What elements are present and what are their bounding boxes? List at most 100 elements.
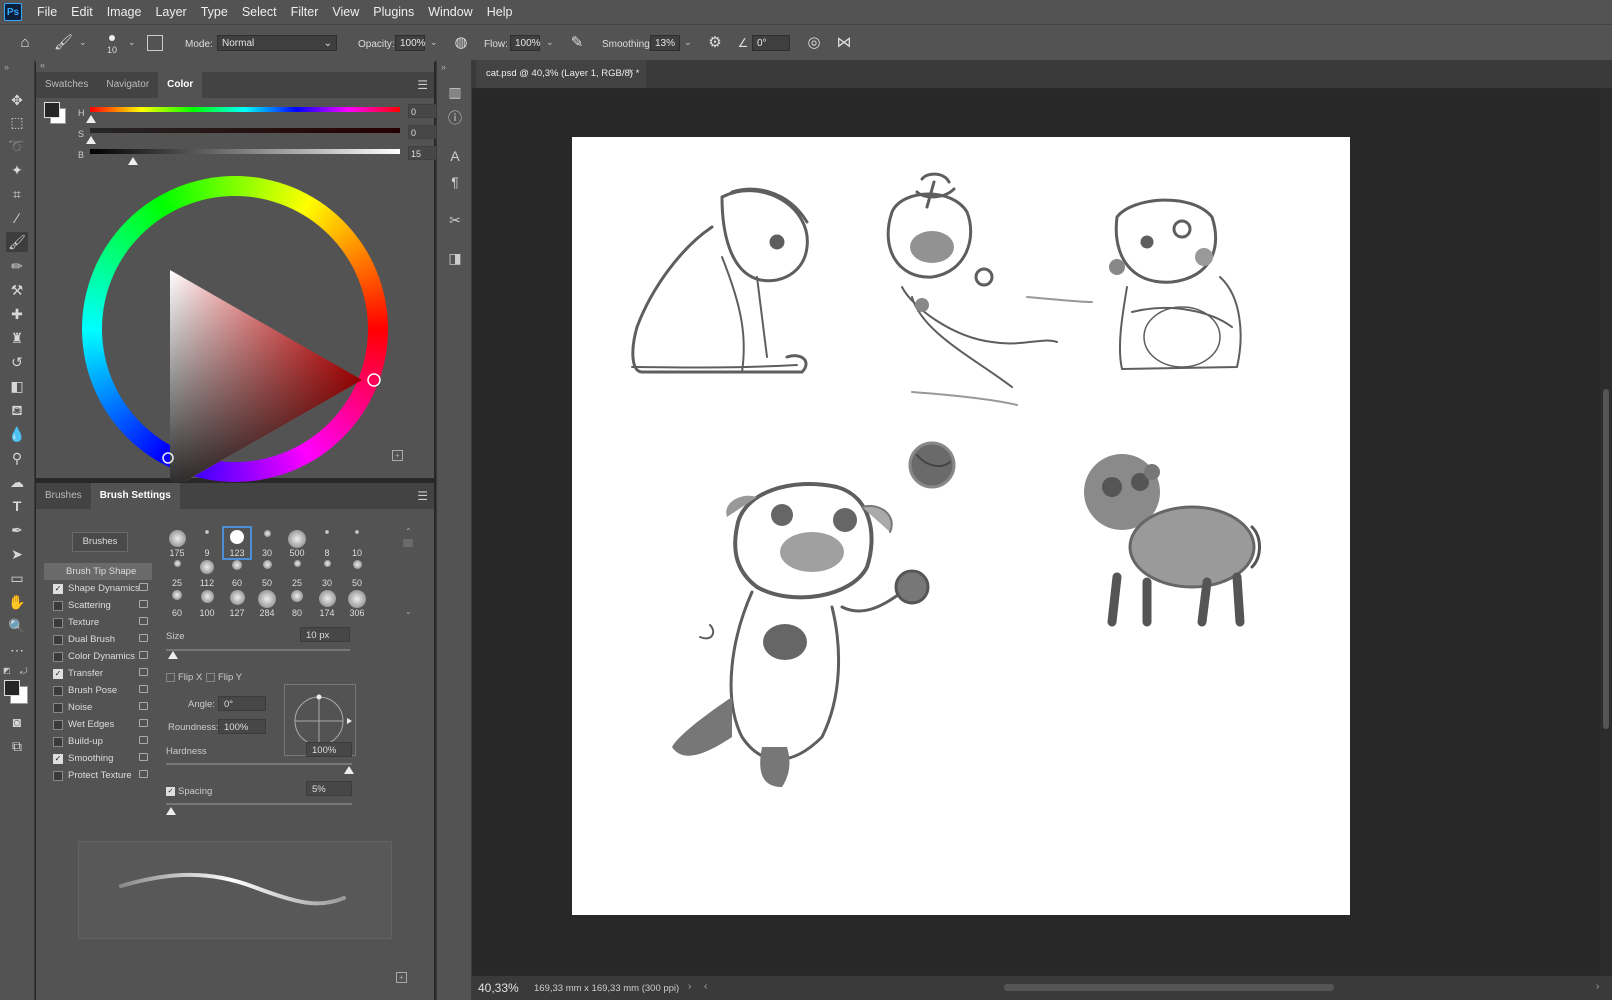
histogram-icon[interactable]: ▥ [445, 82, 465, 102]
brush-setting-checkbox[interactable] [53, 634, 63, 645]
brush-setting-item[interactable]: ✓ Smoothing [44, 750, 152, 767]
clone-stamp-icon[interactable]: ⚒ [6, 280, 28, 300]
grid-scrollbar-thumb[interactable] [403, 539, 413, 547]
expand-icon[interactable]: + [392, 450, 403, 461]
flip-y-checkbox[interactable] [206, 673, 215, 682]
swap-colors-icon[interactable]: ⤾ [20, 666, 28, 677]
info-icon[interactable]: ⓘ [445, 108, 465, 128]
hardness-slider-thumb[interactable] [344, 766, 354, 774]
chevron-down-icon[interactable]: ⌄ [684, 37, 692, 48]
brush-tool-preset-icon[interactable]: 🖌 [54, 34, 73, 52]
brush-tool-icon[interactable]: 🖌 [6, 232, 28, 252]
new-brush-icon[interactable]: + [396, 972, 407, 983]
brush-tip-preset[interactable]: 9 [194, 528, 220, 558]
lock-icon[interactable] [139, 770, 148, 778]
menu-view[interactable]: View [325, 5, 366, 19]
pressure-size-icon[interactable]: ◎ [805, 34, 823, 52]
size-slider-track[interactable] [166, 649, 350, 651]
brush-setting-checkbox[interactable] [53, 651, 63, 662]
scroll-right-icon[interactable]: › [1596, 981, 1599, 992]
lock-icon[interactable] [139, 617, 148, 625]
brush-setting-checkbox[interactable] [53, 617, 63, 628]
brush-setting-item[interactable]: Noise [44, 699, 152, 716]
brush-tip-preset[interactable]: 112 [194, 558, 220, 588]
brush-tip-preset[interactable]: 8 [314, 528, 340, 558]
blur-tool-icon[interactable]: 💧 [6, 424, 28, 444]
brush-tip-preset[interactable]: 50 [344, 558, 370, 588]
hue-slider[interactable] [90, 107, 400, 112]
eyedropper-tool-icon[interactable]: ⁄ [6, 208, 28, 228]
lock-icon[interactable] [139, 600, 148, 608]
scroll-down-icon[interactable]: ⌄ [405, 607, 412, 616]
lock-icon[interactable] [139, 753, 148, 761]
brush-tip-preset[interactable]: 50 [254, 558, 280, 588]
tab-brush-settings[interactable]: Brush Settings [90, 483, 180, 509]
brush-setting-checkbox[interactable] [53, 600, 63, 611]
brush-setting-item[interactable]: Scattering [44, 597, 152, 614]
type-tool-icon[interactable]: T [6, 496, 28, 516]
lock-icon[interactable] [139, 719, 148, 727]
quick-mask-icon[interactable]: ◙ [6, 712, 28, 732]
brush-setting-checkbox[interactable] [53, 702, 63, 713]
brush-setting-checkbox[interactable]: ✓ [53, 668, 63, 679]
chevron-down-icon[interactable]: ⌄ [79, 37, 87, 48]
brush-tip-preset[interactable]: 123 [222, 526, 252, 560]
menu-plugins[interactable]: Plugins [366, 5, 421, 19]
menu-window[interactable]: Window [421, 5, 479, 19]
menu-file[interactable]: File [30, 5, 64, 19]
lock-icon[interactable] [139, 634, 148, 642]
saturation-slider-thumb[interactable] [86, 136, 96, 144]
brush-setting-item[interactable]: Wet Edges [44, 716, 152, 733]
eraser-tool-icon[interactable]: ◧ [6, 376, 28, 396]
lock-icon[interactable] [139, 702, 148, 710]
canvas[interactable] [572, 137, 1350, 915]
pencil-tool-icon[interactable]: ✏ [6, 256, 28, 276]
menu-filter[interactable]: Filter [284, 5, 326, 19]
libraries-icon[interactable]: ◨ [445, 248, 465, 268]
menu-help[interactable]: Help [480, 5, 520, 19]
close-icon[interactable]: × [628, 67, 634, 78]
path-selection-icon[interactable]: ➤ [6, 544, 28, 564]
tab-color[interactable]: Color [158, 72, 203, 98]
butterfly-icon[interactable]: ⋈ [835, 34, 853, 52]
chevron-down-icon[interactable]: ⌄ [546, 37, 554, 48]
spacing-slider-track[interactable] [166, 803, 352, 805]
zoom-level[interactable]: 40,33% [478, 981, 519, 995]
lock-icon[interactable] [139, 583, 148, 591]
move-tool-icon[interactable]: ✥ [6, 90, 28, 110]
tool-presets-icon[interactable]: ✂ [445, 210, 465, 230]
brush-setting-checkbox[interactable] [53, 770, 63, 781]
brush-setting-item[interactable]: Protect Texture [44, 767, 152, 784]
chevron-right-icon[interactable]: › [688, 981, 691, 992]
hardness-slider-track[interactable] [166, 763, 352, 765]
healing-brush-icon[interactable]: ✚ [6, 304, 28, 324]
brush-tip-preset[interactable]: 60 [224, 558, 250, 588]
history-brush-icon[interactable]: ↺ [6, 352, 28, 372]
dodge-tool-icon[interactable]: ⚲ [6, 448, 28, 468]
collapse-panel-icon[interactable]: « [40, 60, 45, 70]
roundness-field[interactable]: 100% [218, 719, 266, 734]
brightness-slider[interactable] [90, 149, 400, 154]
brush-tip-preset[interactable]: 80 [284, 588, 310, 618]
brush-tip-preset[interactable]: 30 [254, 528, 280, 558]
spacing-checkbox[interactable]: ✓ [166, 787, 175, 796]
tab-navigator[interactable]: Navigator [97, 72, 158, 98]
brush-tip-preset[interactable]: 284 [254, 588, 280, 618]
brush-setting-item[interactable]: Texture [44, 614, 152, 631]
brightness-slider-thumb[interactable] [128, 157, 138, 165]
opacity-field[interactable]: 100% [395, 35, 426, 51]
brush-tip-preset[interactable]: 25 [284, 558, 310, 588]
zoom-tool-icon[interactable]: 🔍 [6, 616, 28, 636]
default-colors-icon[interactable]: ◩ [3, 666, 11, 675]
brush-angle-field[interactable]: 0° [752, 35, 790, 51]
brush-tip-preset[interactable]: 100 [194, 588, 220, 618]
airbrush-icon[interactable]: ✎ [568, 34, 586, 52]
vertical-scrollbar-thumb[interactable] [1603, 389, 1609, 729]
brush-setting-item[interactable]: Dual Brush [44, 631, 152, 648]
brushes-button[interactable]: Brushes [72, 532, 128, 552]
lock-icon[interactable] [139, 651, 148, 659]
tab-swatches[interactable]: Swatches [36, 72, 97, 98]
lock-icon[interactable] [139, 668, 148, 676]
magic-wand-tool-icon[interactable]: ✦ [6, 160, 28, 180]
lock-icon[interactable] [139, 736, 148, 744]
